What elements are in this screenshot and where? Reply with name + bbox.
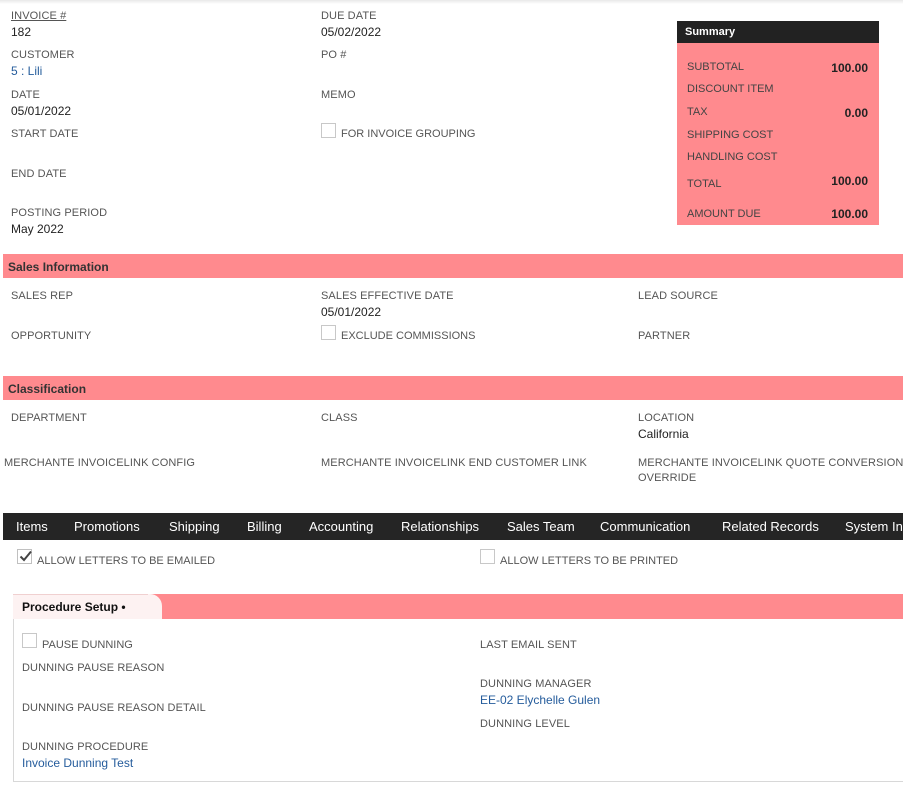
- invoice-number-value: 182: [11, 25, 32, 39]
- customer-label: CUSTOMER: [11, 49, 75, 61]
- amount-due-value: 100.00: [831, 207, 868, 221]
- exclude-commissions-checkbox[interactable]: [321, 325, 336, 340]
- posting-period-label: POSTING PERIOD: [11, 207, 108, 219]
- partner-label: PARTNER: [638, 330, 691, 342]
- date-label: DATE: [11, 89, 40, 101]
- procedure-setup-panel: [13, 619, 903, 782]
- exclude-commissions-label: EXCLUDE COMMISSIONS: [341, 330, 476, 342]
- dunning-pause-reason-label: DUNNING PAUSE REASON: [22, 662, 165, 674]
- classification-header[interactable]: Classification: [3, 376, 903, 400]
- allow-letters-emailed-label: ALLOW LETTERS TO BE EMAILED: [37, 555, 216, 567]
- tax-value: 0.00: [844, 106, 868, 120]
- customer-link[interactable]: 5 : Lili: [11, 64, 42, 78]
- amount-due-label: AMOUNT DUE: [687, 208, 761, 220]
- subtab-navigation: Items Promotions Shipping Billing Accoun…: [3, 513, 903, 540]
- sales-rep-label: SALES REP: [11, 290, 74, 302]
- invoice-grouping-checkbox[interactable]: [321, 123, 336, 138]
- classification-title: Classification: [8, 382, 87, 396]
- memo-label: MEMO: [321, 89, 356, 101]
- sales-information-header[interactable]: Sales Information: [3, 254, 903, 278]
- top-shadow: [0, 0, 903, 4]
- tab-accounting[interactable]: Accounting: [309, 519, 373, 534]
- dunning-procedure-link[interactable]: Invoice Dunning Test: [22, 756, 133, 770]
- merchante-config-label: MERCHANTE INVOICELINK CONFIG: [4, 457, 196, 469]
- due-date-value: 05/02/2022: [321, 25, 382, 39]
- last-email-sent-label: LAST EMAIL SENT: [480, 639, 577, 651]
- invoice-number-label[interactable]: INVOICE #: [11, 10, 66, 22]
- dunning-pause-reason-detail-label: DUNNING PAUSE REASON DETAIL: [22, 702, 206, 714]
- sales-information-title: Sales Information: [8, 260, 109, 274]
- merchante-quote-override-label: OVERRIDE: [638, 472, 697, 484]
- posting-period-value: May 2022: [11, 222, 64, 236]
- total-value: 100.00: [831, 174, 868, 188]
- tab-related-records[interactable]: Related Records: [722, 519, 819, 534]
- procedure-setup-label: Procedure Setup •: [22, 600, 126, 614]
- total-label: TOTAL: [687, 178, 722, 190]
- merchante-end-customer-label: MERCHANTE INVOICELINK END CUSTOMER LINK: [321, 457, 587, 469]
- tab-relationships[interactable]: Relationships: [401, 519, 479, 534]
- lead-source-label: LEAD SOURCE: [638, 290, 718, 302]
- tab-system-information[interactable]: System In: [845, 519, 903, 534]
- invoice-grouping-label: FOR INVOICE GROUPING: [341, 128, 476, 140]
- merchante-quote-conversion-label: MERCHANTE INVOICELINK QUOTE CONVERSION L…: [638, 457, 903, 469]
- dunning-procedure-label: DUNNING PROCEDURE: [22, 741, 149, 753]
- po-number-label: PO #: [321, 49, 347, 61]
- tab-communication[interactable]: Communication: [600, 519, 690, 534]
- tab-billing[interactable]: Billing: [247, 519, 282, 534]
- allow-letters-printed-checkbox[interactable]: [480, 549, 495, 564]
- pause-dunning-checkbox[interactable]: [22, 633, 37, 648]
- handling-cost-label: HANDLING COST: [687, 151, 778, 163]
- dunning-manager-link[interactable]: EE-02 Elychelle Gulen: [480, 693, 600, 707]
- due-date-label: DUE DATE: [321, 10, 377, 22]
- dunning-level-label: DUNNING LEVEL: [480, 718, 570, 730]
- discount-item-label: DISCOUNT ITEM: [687, 83, 774, 95]
- start-date-label: START DATE: [11, 128, 79, 140]
- shipping-cost-label: SHIPPING COST: [687, 129, 774, 141]
- date-value: 05/01/2022: [11, 104, 72, 118]
- tab-sales-team[interactable]: Sales Team: [507, 519, 575, 534]
- department-label: DEPARTMENT: [11, 412, 87, 424]
- sales-effective-date-value: 05/01/2022: [321, 305, 382, 319]
- procedure-subtab-strip: [148, 594, 903, 619]
- sales-effective-date-label: SALES EFFECTIVE DATE: [321, 290, 454, 302]
- pause-dunning-label: PAUSE DUNNING: [42, 639, 133, 651]
- tab-promotions[interactable]: Promotions: [74, 519, 140, 534]
- opportunity-label: OPPORTUNITY: [11, 330, 92, 342]
- allow-letters-printed-label: ALLOW LETTERS TO BE PRINTED: [500, 555, 679, 567]
- dunning-manager-label: DUNNING MANAGER: [480, 678, 592, 690]
- summary-title: Summary: [677, 21, 879, 43]
- procedure-setup-subtab[interactable]: Procedure Setup •: [13, 594, 162, 619]
- summary-panel: Summary SUBTOTAL 100.00 DISCOUNT ITEM TA…: [677, 21, 879, 225]
- checkmark-icon: [19, 550, 32, 562]
- class-label: CLASS: [321, 412, 358, 424]
- tax-label: TAX: [687, 106, 708, 118]
- allow-letters-emailed-checkbox[interactable]: [17, 549, 32, 564]
- end-date-label: END DATE: [11, 168, 67, 180]
- tab-shipping[interactable]: Shipping: [169, 519, 220, 534]
- subtotal-label: SUBTOTAL: [687, 61, 745, 73]
- location-label: LOCATION: [638, 412, 695, 424]
- subtotal-value: 100.00: [831, 61, 868, 75]
- tab-items[interactable]: Items: [16, 519, 48, 534]
- location-value: California: [638, 427, 689, 441]
